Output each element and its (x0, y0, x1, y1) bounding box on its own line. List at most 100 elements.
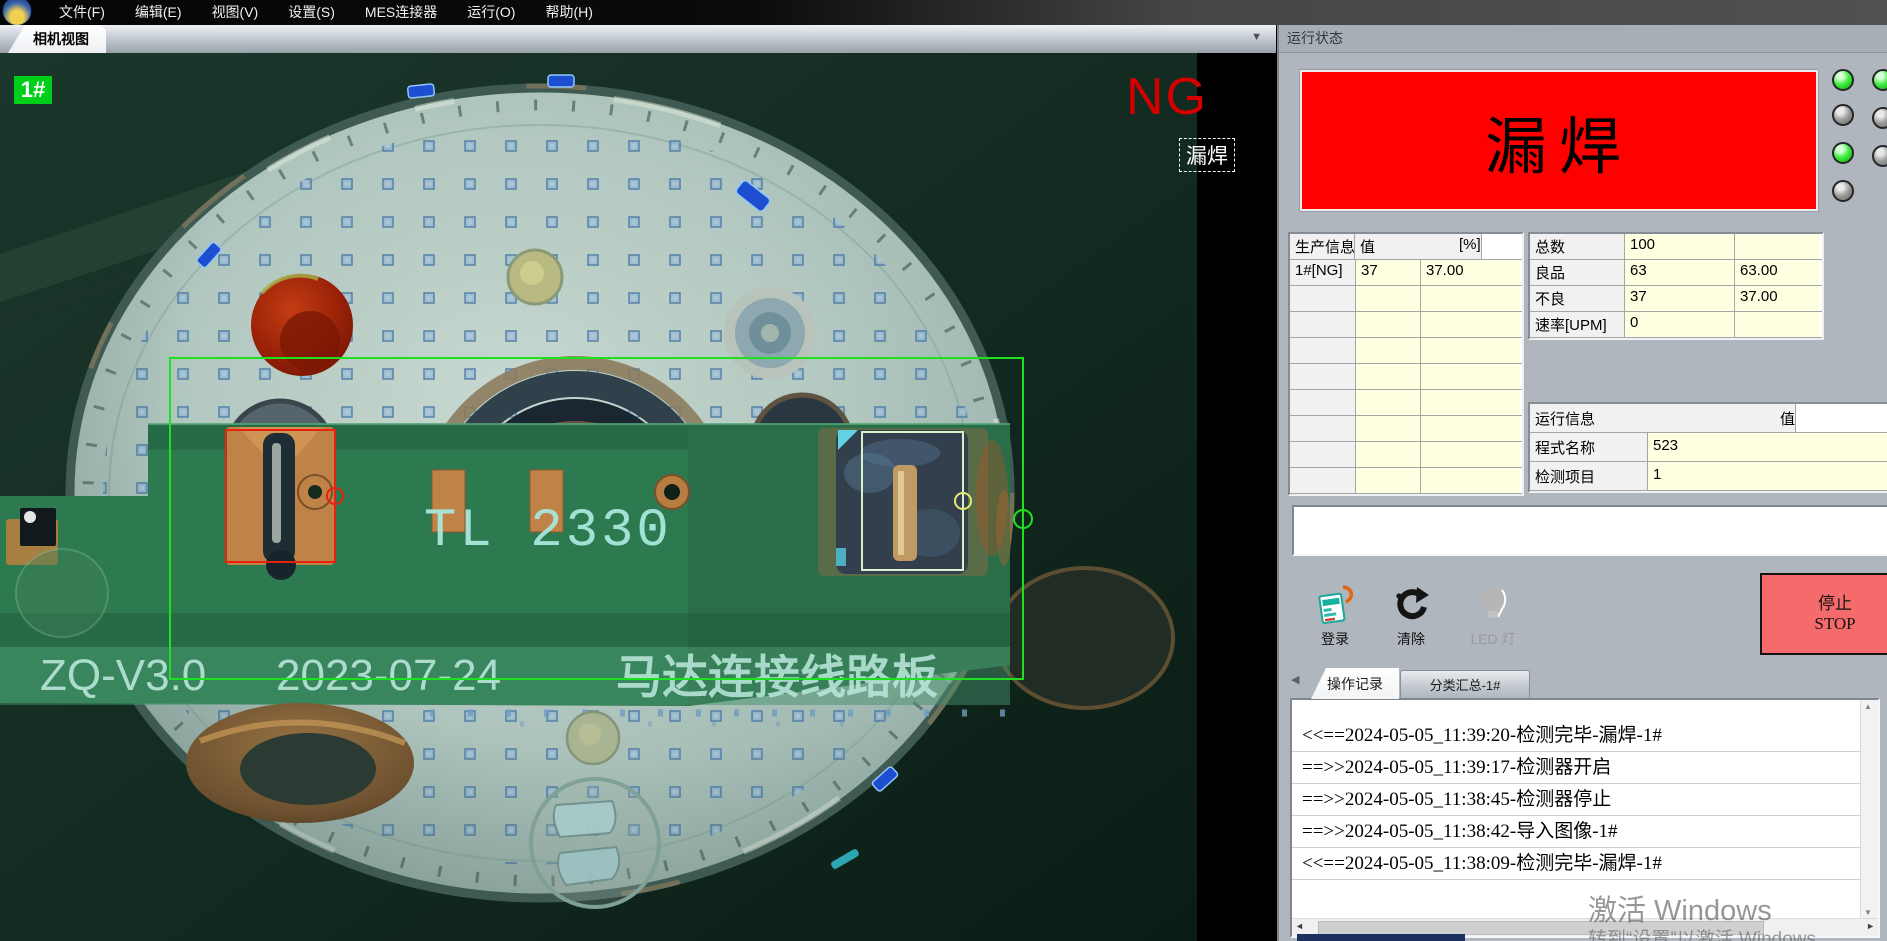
menu-item[interactable]: 设置(S) (273, 0, 350, 25)
led-indicator-column-1 (1832, 69, 1856, 218)
log-entry: ==>>2024-05-05_11:39:17-检测器开启 (1292, 752, 1861, 784)
operation-log-box[interactable]: <<==2024-05-05_11:39:20-检测完毕-漏焊-1#==>>20… (1290, 698, 1880, 938)
table-cell (1290, 390, 1356, 415)
table-cell: 程式名称 (1530, 433, 1648, 461)
table-cell (1290, 286, 1356, 311)
table-cell: 63 (1625, 260, 1735, 285)
table-cell (1356, 442, 1421, 467)
tab-operation-log[interactable]: 操作记录 (1311, 668, 1399, 699)
login-button[interactable]: 登录 (1303, 583, 1367, 653)
table-cell: 37.00 (1735, 286, 1820, 311)
scroll-right-icon[interactable]: ► (1866, 921, 1875, 931)
clear-button[interactable]: 清除 (1379, 583, 1443, 653)
table-row[interactable] (1290, 468, 1522, 494)
production-table: 生产信息值[%] 1#[NG] 37 37.00 (1288, 232, 1524, 496)
tab-category-summary[interactable]: 分类汇总-1# (1400, 670, 1530, 698)
status-panel: 运行状态 漏焊 生产信息值[%] 1#[NG] 37 37.00 (1277, 25, 1887, 941)
scroll-left-icon[interactable]: ◄ (1295, 921, 1304, 931)
table-row[interactable]: 1#[NG] 37 37.00 (1290, 260, 1522, 286)
menu-item[interactable]: 文件(F) (44, 0, 120, 25)
right-ring-feature (724, 287, 816, 379)
table-cell (1290, 468, 1356, 493)
table-cell (1290, 442, 1356, 467)
table-cell (1290, 416, 1356, 441)
table-cell: 检测项目 (1530, 462, 1648, 490)
menu-item[interactable]: 编辑(E) (120, 0, 197, 25)
menu-item[interactable]: 视图(V) (197, 0, 274, 25)
table-cell (1356, 468, 1421, 493)
table-row[interactable] (1290, 364, 1522, 390)
inspection-result-text: NG (1126, 67, 1208, 127)
table-cell (1356, 338, 1421, 363)
clear-button-label: 清除 (1379, 629, 1443, 649)
table-row[interactable] (1290, 390, 1522, 416)
table-cell: 37 (1356, 260, 1421, 285)
table-cell: 良品 (1530, 260, 1625, 285)
menu-item[interactable]: 运行(O) (452, 0, 530, 25)
status-led-icon (1872, 107, 1887, 129)
camera-viewport[interactable]: TL 2330 ZQ-V3.0 2023-07-24 马达连接线路板 (0, 53, 1276, 941)
id-badge-icon (1313, 583, 1357, 627)
table-row[interactable]: 检测项目 1 (1530, 462, 1887, 491)
table-cell (1290, 338, 1356, 363)
chevron-down-icon[interactable]: ▼ (1251, 31, 1262, 43)
table-row[interactable]: 不良 37 37.00 (1530, 286, 1822, 312)
table-cell: 100 (1625, 234, 1735, 259)
table-row[interactable] (1290, 286, 1522, 312)
table-cell (1356, 312, 1421, 337)
vertical-scrollbar[interactable]: ▲ ▼ (1860, 700, 1878, 919)
table-cell (1356, 364, 1421, 389)
scroll-down-icon[interactable]: ▼ (1864, 908, 1872, 917)
pcb-date-text: 2023-07-24 (276, 651, 501, 700)
table-header-cell: 值 (1355, 234, 1454, 259)
log-entry: ==>>2024-05-05_11:38:42-导入图像-1# (1292, 816, 1861, 848)
login-button-label: 登录 (1303, 629, 1367, 649)
table-cell: 1#[NG] (1290, 260, 1356, 285)
log-entry: ==>>2024-05-05_11:38:45-检测器停止 (1292, 784, 1861, 816)
table-cell (1421, 286, 1520, 311)
table-row[interactable] (1290, 338, 1522, 364)
menu-item[interactable]: MES连接器 (350, 0, 452, 25)
table-cell: 523 (1648, 433, 1887, 461)
scrollbar-thumb[interactable] (1318, 921, 1764, 935)
table-header-cell: [%] (1454, 234, 1482, 259)
table-row[interactable]: 速率[UPM] 0 (1530, 312, 1822, 338)
defect-label: 漏焊 (1179, 138, 1235, 172)
tab-scroll-left-icon[interactable]: ◀ (1291, 673, 1299, 686)
summary-table: 总数 100 良品 63 63.00 不良 37 37.00 速率[ (1528, 232, 1824, 340)
pcb-version-text: ZQ-V3.0 (40, 651, 206, 700)
table-cell (1735, 312, 1820, 337)
table-header-cell: 运行信息 (1530, 404, 1775, 432)
status-led-icon (1832, 104, 1854, 126)
table-row[interactable]: 良品 63 63.00 (1530, 260, 1822, 286)
table-header-cell: 生产信息 (1290, 234, 1355, 259)
tab-camera-view[interactable]: 相机视图 (8, 25, 106, 53)
table-cell: 37.00 (1421, 260, 1520, 285)
stop-button-label-en: STOP (1814, 614, 1855, 634)
table-row[interactable] (1290, 416, 1522, 442)
taskbar-edge (1297, 934, 1465, 941)
table-cell (1356, 390, 1421, 415)
table-cell (1356, 286, 1421, 311)
menu-bar: 文件(F)编辑(E)视图(V)设置(S)MES连接器运行(O)帮助(H) (0, 0, 1887, 25)
camera-id-badge: 1# (14, 76, 52, 104)
table-row[interactable] (1290, 442, 1522, 468)
pcb-model-text: TL 2330 (424, 501, 672, 562)
menu-item[interactable]: 帮助(H) (530, 0, 607, 25)
tab-camera-view-label: 相机视图 (33, 29, 89, 49)
table-cell (1735, 234, 1820, 259)
scroll-up-icon[interactable]: ▲ (1864, 702, 1872, 711)
table-row[interactable] (1290, 312, 1522, 338)
red-solder-blob (251, 274, 353, 376)
table-cell (1421, 338, 1520, 363)
status-panel-title: 运行状态 (1279, 25, 1887, 53)
run-info-table: 运行信息值 程式名称 523 检测项目 1 (1528, 402, 1887, 493)
table-row[interactable]: 程式名称 523 (1530, 433, 1887, 462)
table-cell: 63.00 (1735, 260, 1820, 285)
commutator-hub (186, 703, 414, 823)
camera-tabstrip: 相机视图 ▼ (0, 25, 1276, 53)
table-row[interactable]: 总数 100 (1530, 234, 1822, 260)
stop-button[interactable]: 停止 STOP (1760, 573, 1887, 655)
status-led-icon (1832, 142, 1854, 164)
led-light-button[interactable]: LED 灯 (1455, 583, 1531, 653)
